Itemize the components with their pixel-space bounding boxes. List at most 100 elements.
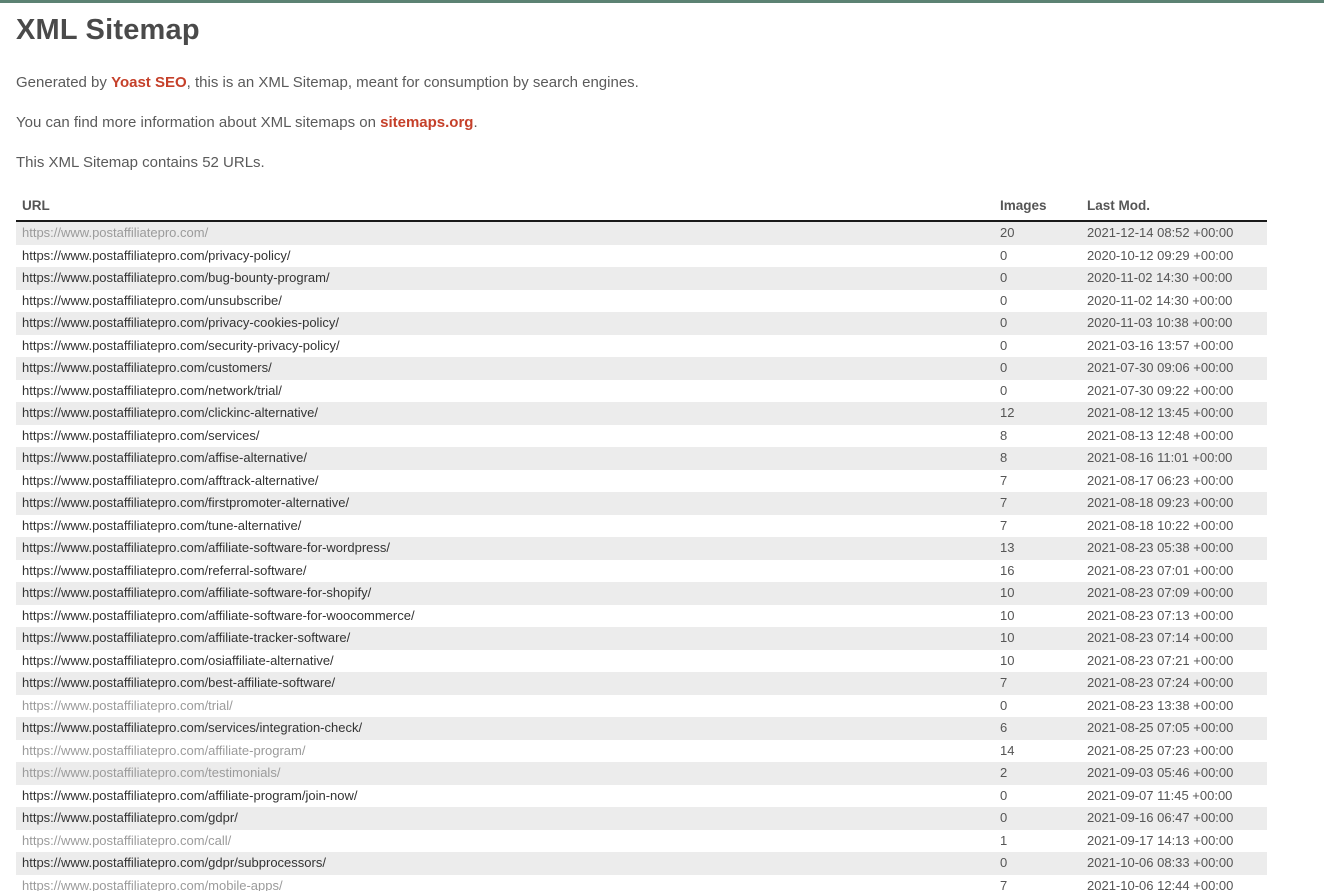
intro-generated-by: Generated by Yoast SEO, this is an XML S… [16, 74, 1308, 91]
url-cell: https://www.postaffiliatepro.com/best-af… [16, 672, 1000, 695]
images-count-cell: 0 [1000, 267, 1087, 290]
images-count-cell: 12 [1000, 402, 1087, 425]
last-mod-cell: 2020-11-03 10:38 +00:00 [1087, 312, 1267, 335]
url-cell: https://www.postaffiliatepro.com/affilia… [16, 537, 1000, 560]
sitemap-url-link[interactable]: https://www.postaffiliatepro.com/network… [22, 383, 282, 398]
sitemap-url-link[interactable]: https://www.postaffiliatepro.com/unsubsc… [22, 293, 282, 308]
url-cell: https://www.postaffiliatepro.com/gdpr/su… [16, 852, 1000, 875]
url-cell: https://www.postaffiliatepro.com/privacy… [16, 312, 1000, 335]
sitemap-url-link[interactable]: https://www.postaffiliatepro.com/best-af… [22, 675, 335, 690]
sitemap-url-link[interactable]: https://www.postaffiliatepro.com/affilia… [22, 585, 371, 600]
yoast-seo-link[interactable]: Yoast SEO [111, 74, 187, 91]
table-row: https://www.postaffiliatepro.com/bug-bou… [16, 267, 1267, 290]
last-mod-cell: 2021-08-23 07:21 +00:00 [1087, 650, 1267, 673]
last-mod-cell: 2021-08-16 11:01 +00:00 [1087, 447, 1267, 470]
url-cell: https://www.postaffiliatepro.com/osiaffi… [16, 650, 1000, 673]
images-count-cell: 1 [1000, 830, 1087, 853]
last-mod-cell: 2021-08-23 13:38 +00:00 [1087, 695, 1267, 718]
url-cell: https://www.postaffiliatepro.com/affilia… [16, 582, 1000, 605]
url-cell: https://www.postaffiliatepro.com/afftrac… [16, 470, 1000, 493]
table-row: https://www.postaffiliatepro.com/affise-… [16, 447, 1267, 470]
table-row: https://www.postaffiliatepro.com/unsubsc… [16, 290, 1267, 313]
last-mod-cell: 2021-10-06 12:44 +00:00 [1087, 875, 1267, 891]
url-cell: https://www.postaffiliatepro.com/testimo… [16, 762, 1000, 785]
sitemap-url-link[interactable]: https://www.postaffiliatepro.com/testimo… [22, 765, 280, 780]
last-mod-cell: 2021-08-17 06:23 +00:00 [1087, 470, 1267, 493]
images-count-cell: 7 [1000, 672, 1087, 695]
last-mod-cell: 2021-08-23 07:09 +00:00 [1087, 582, 1267, 605]
sitemap-url-link[interactable]: https://www.postaffiliatepro.com/privacy… [22, 248, 291, 263]
sitemap-url-link[interactable]: https://www.postaffiliatepro.com/tune-al… [22, 518, 301, 533]
images-count-cell: 0 [1000, 785, 1087, 808]
last-mod-cell: 2021-08-23 05:38 +00:00 [1087, 537, 1267, 560]
sitemap-url-link[interactable]: https://www.postaffiliatepro.com/mobile-… [22, 878, 283, 891]
sitemap-url-link[interactable]: https://www.postaffiliatepro.com/custome… [22, 360, 272, 375]
images-count-cell: 14 [1000, 740, 1087, 763]
table-row: https://www.postaffiliatepro.com/referra… [16, 560, 1267, 583]
table-row: https://www.postaffiliatepro.com/osiaffi… [16, 650, 1267, 673]
table-row: https://www.postaffiliatepro.com/mobile-… [16, 875, 1267, 891]
url-cell: https://www.postaffiliatepro.com/securit… [16, 335, 1000, 358]
sitemap-table: URL Images Last Mod. https://www.postaff… [16, 194, 1267, 891]
table-row: https://www.postaffiliatepro.com/clickin… [16, 402, 1267, 425]
sitemaps-org-link[interactable]: sitemaps.org [380, 114, 473, 131]
table-header-row: URL Images Last Mod. [16, 194, 1267, 221]
images-count-cell: 10 [1000, 605, 1087, 628]
sitemap-url-link[interactable]: https://www.postaffiliatepro.com/affilia… [22, 743, 305, 758]
images-count-cell: 6 [1000, 717, 1087, 740]
url-cell: https://www.postaffiliatepro.com/trial/ [16, 695, 1000, 718]
sitemap-url-link[interactable]: https://www.postaffiliatepro.com/bug-bou… [22, 270, 330, 285]
last-mod-cell: 2021-09-03 05:46 +00:00 [1087, 762, 1267, 785]
sitemap-url-link[interactable]: https://www.postaffiliatepro.com/affilia… [22, 540, 390, 555]
url-cell: https://www.postaffiliatepro.com/affilia… [16, 785, 1000, 808]
table-row: https://www.postaffiliatepro.com/service… [16, 717, 1267, 740]
sitemap-url-link[interactable]: https://www.postaffiliatepro.com/service… [22, 720, 362, 735]
table-row: https://www.postaffiliatepro.com/privacy… [16, 245, 1267, 268]
table-row: https://www.postaffiliatepro.com/affilia… [16, 537, 1267, 560]
sitemap-url-link[interactable]: https://www.postaffiliatepro.com/affilia… [22, 630, 350, 645]
last-mod-cell: 2021-08-25 07:05 +00:00 [1087, 717, 1267, 740]
images-count-cell: 0 [1000, 357, 1087, 380]
last-mod-cell: 2021-09-17 14:13 +00:00 [1087, 830, 1267, 853]
last-mod-cell: 2021-08-23 07:13 +00:00 [1087, 605, 1267, 628]
sitemap-url-link[interactable]: https://www.postaffiliatepro.com/afftrac… [22, 473, 319, 488]
sitemap-url-link[interactable]: https://www.postaffiliatepro.com/affilia… [22, 788, 358, 803]
images-count-cell: 0 [1000, 312, 1087, 335]
sitemap-url-link[interactable]: https://www.postaffiliatepro.com/gdpr/ [22, 810, 238, 825]
sitemap-url-link[interactable]: https://www.postaffiliatepro.com/affilia… [22, 608, 415, 623]
sitemap-url-link[interactable]: https://www.postaffiliatepro.com/firstpr… [22, 495, 349, 510]
url-cell: https://www.postaffiliatepro.com/clickin… [16, 402, 1000, 425]
url-cell: https://www.postaffiliatepro.com/affilia… [16, 605, 1000, 628]
last-mod-cell: 2021-09-16 06:47 +00:00 [1087, 807, 1267, 830]
sitemap-url-link[interactable]: https://www.postaffiliatepro.com/clickin… [22, 405, 318, 420]
sitemap-url-link[interactable]: https://www.postaffiliatepro.com/call/ [22, 833, 231, 848]
last-mod-cell: 2021-07-30 09:22 +00:00 [1087, 380, 1267, 403]
url-cell: https://www.postaffiliatepro.com/gdpr/ [16, 807, 1000, 830]
sitemap-url-link[interactable]: https://www.postaffiliatepro.com/affise-… [22, 450, 307, 465]
sitemap-url-link[interactable]: https://www.postaffiliatepro.com/gdpr/su… [22, 855, 326, 870]
table-row: https://www.postaffiliatepro.com/firstpr… [16, 492, 1267, 515]
images-count-cell: 2 [1000, 762, 1087, 785]
url-cell: https://www.postaffiliatepro.com/referra… [16, 560, 1000, 583]
table-row: https://www.postaffiliatepro.com/privacy… [16, 312, 1267, 335]
sitemap-url-link[interactable]: https://www.postaffiliatepro.com/osiaffi… [22, 653, 334, 668]
sitemap-url-link[interactable]: https://www.postaffiliatepro.com/referra… [22, 563, 306, 578]
sitemap-url-link[interactable]: https://www.postaffiliatepro.com/privacy… [22, 315, 339, 330]
url-cell: https://www.postaffiliatepro.com/affilia… [16, 740, 1000, 763]
table-row: https://www.postaffiliatepro.com/service… [16, 425, 1267, 448]
sitemap-url-link[interactable]: https://www.postaffiliatepro.com/service… [22, 428, 259, 443]
column-header-url: URL [16, 194, 1000, 221]
table-row: https://www.postaffiliatepro.com/securit… [16, 335, 1267, 358]
sitemap-url-link[interactable]: https://www.postaffiliatepro.com/trial/ [22, 698, 233, 713]
last-mod-cell: 2020-10-12 09:29 +00:00 [1087, 245, 1267, 268]
url-cell: https://www.postaffiliatepro.com/network… [16, 380, 1000, 403]
sitemap-url-link[interactable]: https://www.postaffiliatepro.com/ [22, 225, 208, 240]
sitemap-url-link[interactable]: https://www.postaffiliatepro.com/securit… [22, 338, 340, 353]
images-count-cell: 0 [1000, 245, 1087, 268]
intro-text: . [473, 114, 477, 131]
url-count-text: This XML Sitemap contains 52 URLs. [16, 154, 1308, 171]
sitemap-page: XML Sitemap Generated by Yoast SEO, this… [0, 3, 1324, 891]
last-mod-cell: 2021-08-18 09:23 +00:00 [1087, 492, 1267, 515]
table-row: https://www.postaffiliatepro.com/tune-al… [16, 515, 1267, 538]
table-row: https://www.postaffiliatepro.com/network… [16, 380, 1267, 403]
